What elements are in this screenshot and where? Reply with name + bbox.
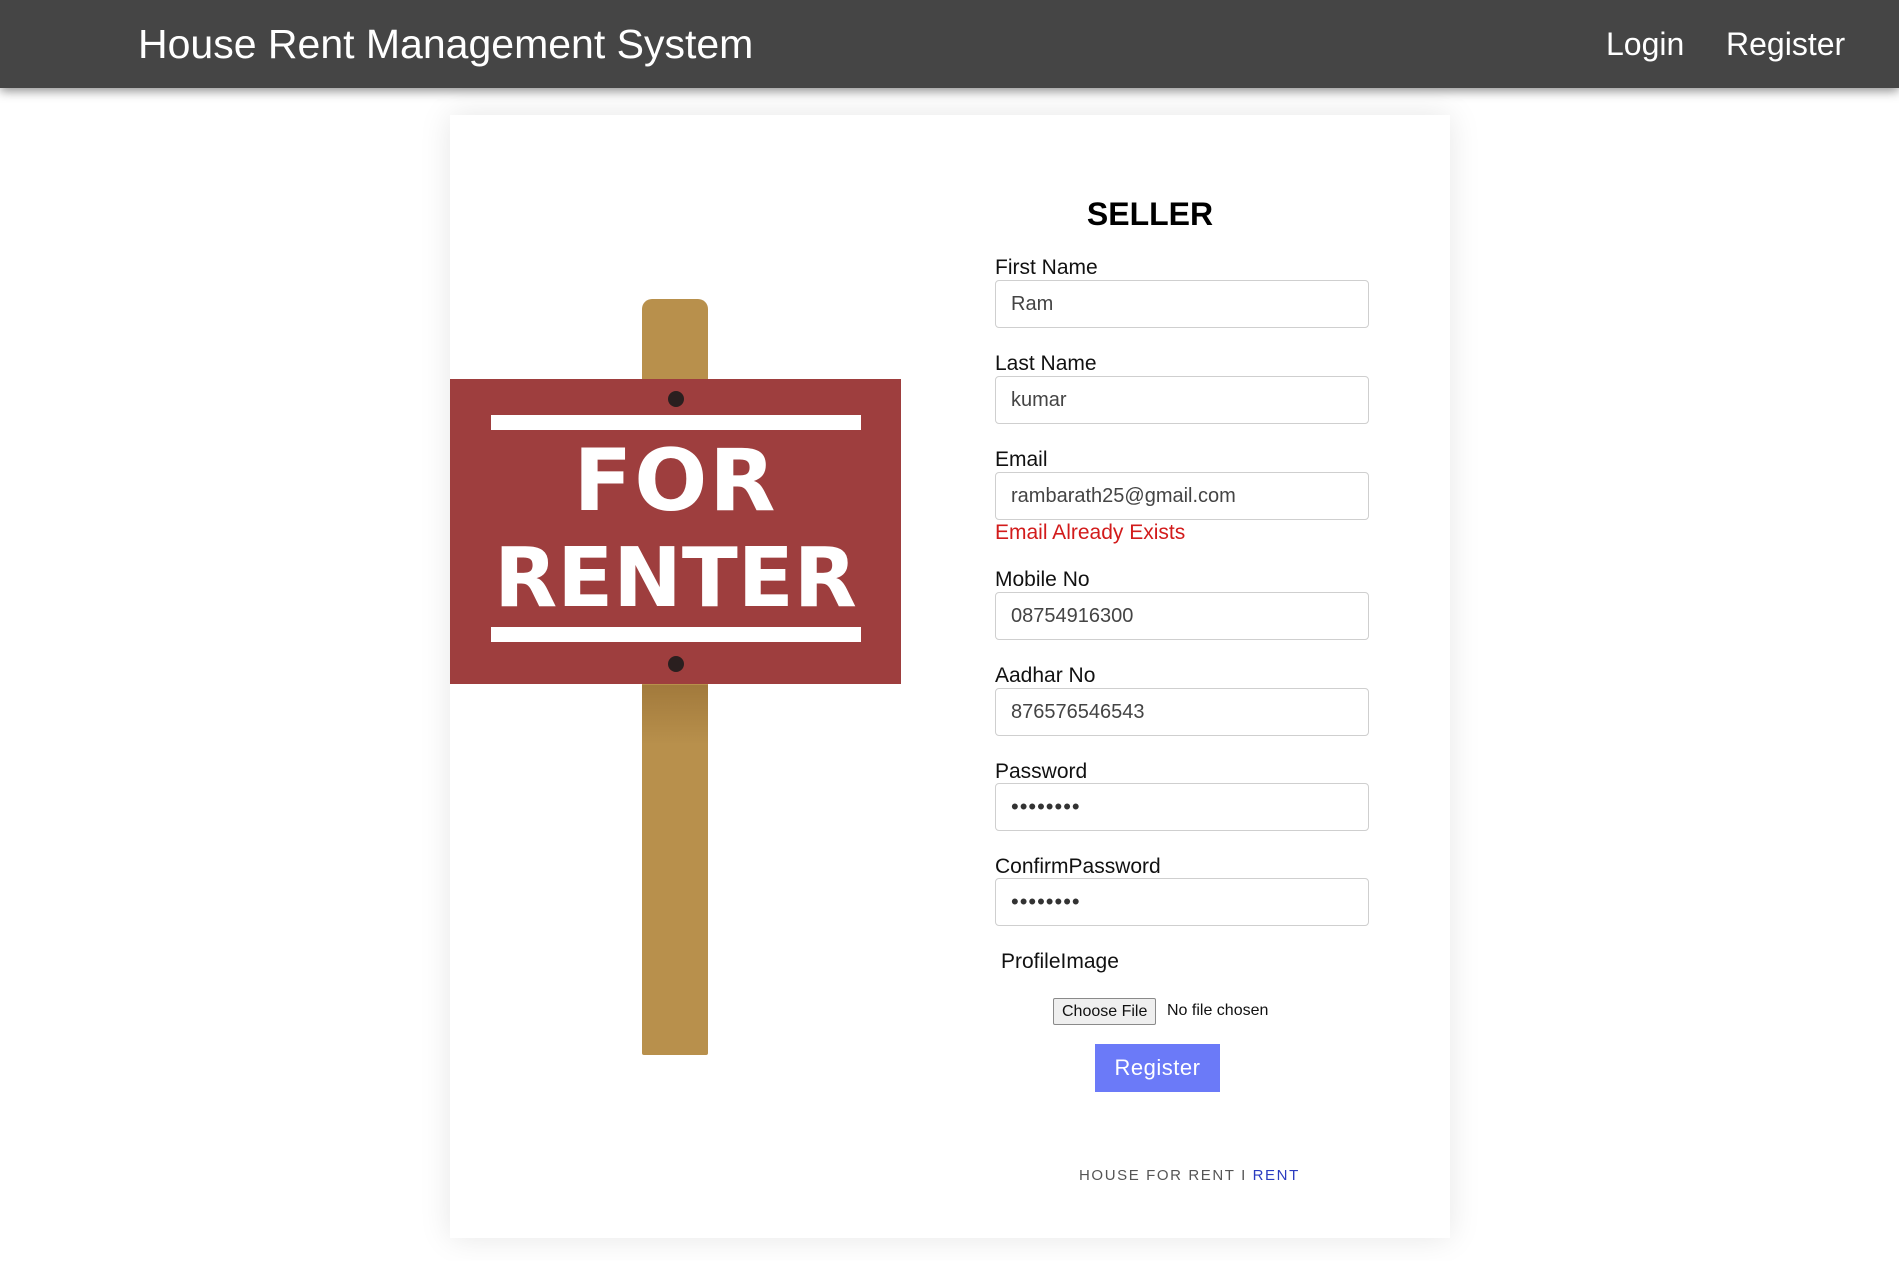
nav-register-link[interactable]: Register	[1726, 22, 1845, 66]
first-name-label: First Name	[995, 256, 1098, 279]
email-input[interactable]	[995, 472, 1369, 520]
password-input[interactable]	[995, 783, 1369, 831]
last-name-label: Last Name	[995, 352, 1097, 375]
confirm-password-input[interactable]	[995, 878, 1369, 926]
file-status-text: No file chosen	[1167, 1002, 1269, 1019]
aadhar-label: Aadhar No	[995, 664, 1096, 687]
app-title[interactable]: House Rent Management System	[138, 18, 753, 70]
choose-file-button[interactable]: Choose File	[1053, 998, 1157, 1025]
top-navbar: House Rent Management System Login Regis…	[0, 0, 1899, 88]
sign-text-renter: RENTER	[494, 531, 857, 626]
first-name-input[interactable]	[995, 280, 1369, 328]
sign-stripe	[491, 627, 861, 642]
footer-text: HOUSE FOR RENT I	[1079, 1167, 1247, 1184]
form-title: SELLER	[1086, 196, 1214, 232]
for-renter-sign-image: FOR RENTER	[450, 295, 902, 1055]
aadhar-input[interactable]	[995, 688, 1369, 736]
mobile-label: Mobile No	[995, 568, 1090, 591]
sign-board: FOR RENTER	[450, 379, 901, 684]
last-name-input[interactable]	[995, 376, 1369, 424]
nav-login-link[interactable]: Login	[1606, 22, 1684, 66]
confirm-password-label: ConfirmPassword	[995, 855, 1161, 878]
profile-image-label: ProfileImage	[1001, 950, 1119, 973]
register-submit-button[interactable]: Register	[1095, 1044, 1220, 1092]
footer: HOUSE FOR RENT I RENT	[1079, 1167, 1300, 1185]
bolt-icon	[668, 391, 684, 407]
mobile-input[interactable]	[995, 592, 1369, 640]
footer-rent-link[interactable]: RENT	[1253, 1167, 1300, 1184]
sign-stripe	[491, 415, 861, 430]
sign-post-shadow	[642, 685, 708, 745]
email-label: Email	[995, 448, 1048, 471]
email-error-message: Email Already Exists	[995, 521, 1186, 544]
bolt-icon	[668, 656, 684, 672]
password-label: Password	[995, 760, 1088, 783]
sign-text-for: FOR	[573, 431, 778, 531]
